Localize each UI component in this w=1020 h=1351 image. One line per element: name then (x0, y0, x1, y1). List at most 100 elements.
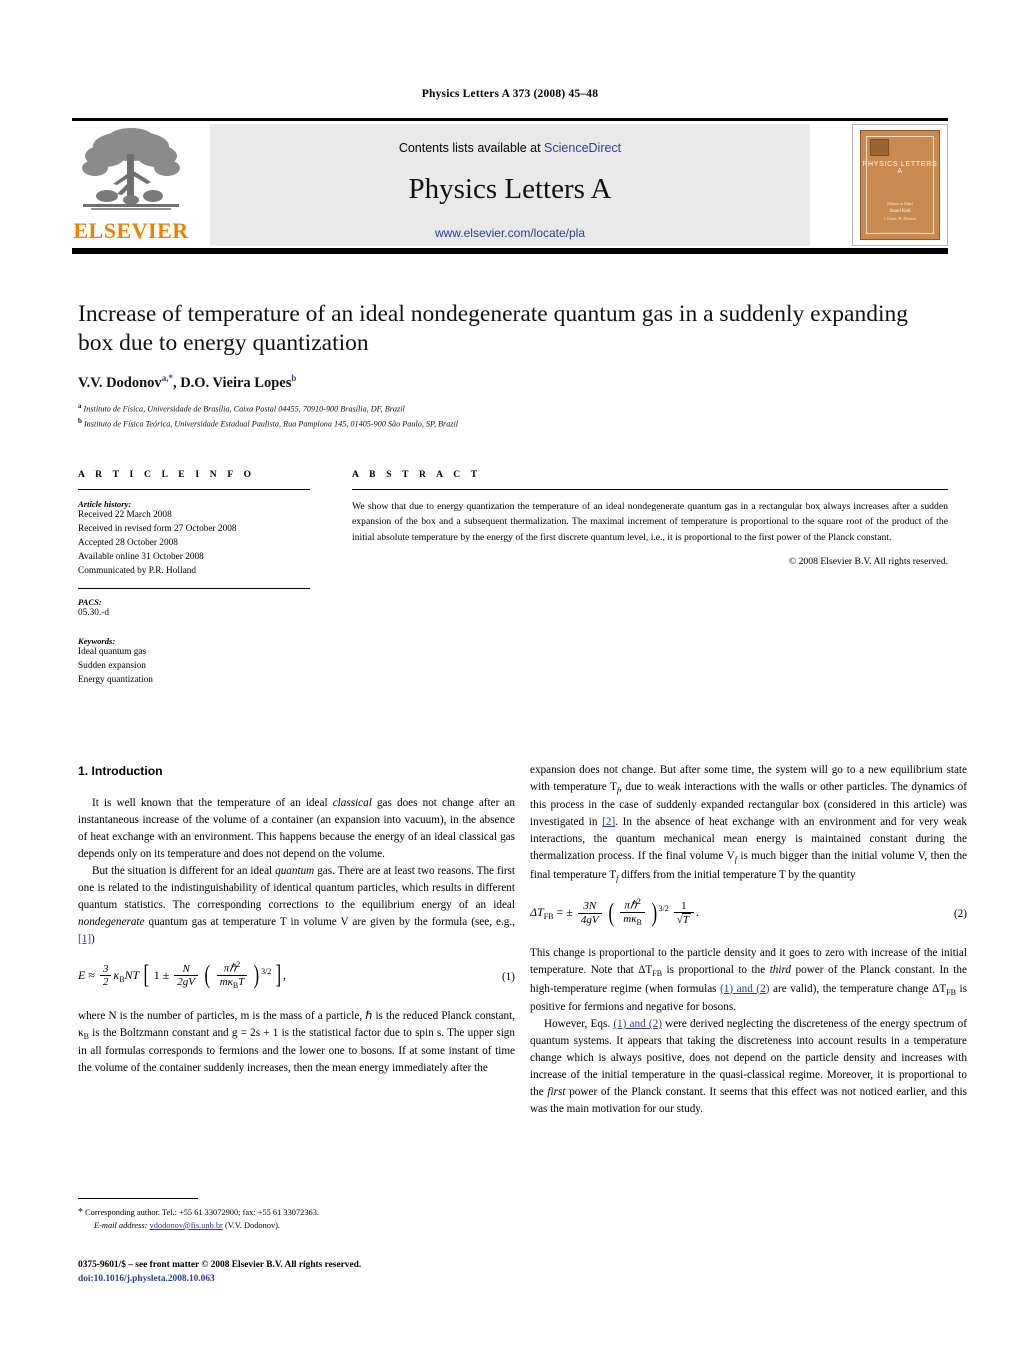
keywords-block: Keywords: Ideal quantum gas Sudden expan… (78, 636, 310, 688)
cover-title: PHYSICS LETTERS A (862, 161, 938, 175)
right-2-d: are valid), the temperature change ΔT (769, 982, 947, 995)
equation-1-number: (1) (501, 970, 515, 983)
masthead-top-rule (72, 118, 948, 121)
section-heading-introduction: 1. Introduction (78, 764, 163, 778)
pacs-block: PACS: 05.30.-d (78, 587, 310, 621)
author-list: V.V. Dodonova,*, D.O. Vieira Lopesb (78, 373, 948, 392)
affiliation-a-mark: a (78, 401, 82, 410)
cover-editors-names: Stand Keil (889, 208, 911, 214)
elsevier-logo: ELSEVIER (72, 124, 190, 246)
intro-2-italic-2: nondegenerate (78, 915, 145, 928)
footnote-email-link[interactable]: vdodonov@fis.unb.br (150, 1221, 223, 1230)
abstract-heading: A B S T R A C T (352, 470, 482, 480)
body-column-right: expansion does not change. But after som… (530, 762, 967, 1118)
right-3-a: However, Eqs. (544, 1018, 614, 1031)
footnote-email-line: E-mail address: vdodonov@fis.unb.br (V.V… (78, 1220, 515, 1233)
equation-2: ΔTFB = ± 3N 4gV ( πℏ2 mκB ) 3/2 1 √T. (2) (530, 897, 967, 932)
pacs-label: PACS: (78, 596, 102, 607)
intro-1-italic: classical (332, 796, 372, 809)
paragraph-right-3: However, Eqs. (1) and (2) were derived n… (530, 1016, 967, 1118)
equation-1-expression: E ≈ 3 2 κBNT [ 1 ± N 2gV ( πℏ2 mκBT ) 3/2 ], (78, 959, 286, 990)
affiliation-b-text: Instituto de Física Teórica, Universidad… (83, 419, 459, 429)
journal-cover-thumbnail: PHYSICS LETTERS A Editors in Chief Stand… (852, 124, 948, 246)
author-2-marks[interactable]: b (291, 373, 296, 383)
footnote-corresponding-text: Corresponding author. Tel.: +55 61 33072… (85, 1208, 319, 1217)
footnote-star-marker: * (78, 1207, 83, 1218)
sciencedirect-link[interactable]: ScienceDirect (544, 141, 621, 155)
author-2: , D.O. Vieira Lopes (172, 374, 292, 391)
equation-1: E ≈ 3 2 κBNT [ 1 ± N 2gV ( πℏ2 mκBT ) 3/2 ], … (78, 959, 515, 995)
journal-url-link[interactable]: www.elsevier.com/locate/pla (210, 226, 810, 240)
paragraph-intro-3: where N is the number of particles, m is… (78, 1009, 515, 1075)
pacs-value: 05.30.-d (78, 607, 109, 618)
right-3-italic: first (547, 1086, 566, 1099)
intro-2-a: But the situation is different for an id… (92, 864, 276, 877)
masthead-bottom-rule (72, 248, 948, 254)
history-communicated: Communicated by P.R. Holland (78, 565, 197, 576)
contents-prefix: Contents lists available at (398, 141, 545, 155)
equation-2-number: (2) (953, 908, 967, 921)
paper-page: Physics Letters A 373 (2008) 45–48 ELSEV… (0, 0, 1020, 1351)
equation-2-expression: ΔTFB = ± 3N 4gV ( πℏ2 mκB ) 3/2 1 √T. (530, 897, 699, 928)
intro-2-c: quantum gas at temperature T in volume V… (144, 915, 515, 928)
author-1-marks[interactable]: a,* (162, 373, 173, 383)
paragraph-right-2: This change is proportional to the parti… (530, 947, 967, 1014)
equation-cross-ref-2[interactable]: (1) and (2) (613, 1018, 662, 1030)
doi-link[interactable]: doi:10.1016/j.physleta.2008.10.063 (78, 1272, 515, 1286)
article-history-label: Article history: (78, 499, 132, 509)
right-3-c: power of the Planck constant. It seems t… (530, 1086, 968, 1116)
history-online: Available online 31 October 2008 (78, 551, 204, 562)
article-history: Article history: Received 22 March 2008 … (78, 489, 310, 579)
issn-block: 0375-9601/$ – see front matter © 2008 El… (78, 1258, 515, 1286)
issn-front-matter: 0375-9601/$ – see front matter © 2008 El… (78, 1260, 362, 1270)
author-1: V.V. Dodonov (78, 374, 162, 391)
affiliation-a-text: Instituto de Física, Universidade de Bra… (83, 404, 405, 414)
title-block: Increase of temperature of an ideal nond… (78, 300, 948, 431)
history-received: Received 22 March 2008 (78, 510, 172, 520)
affiliations: a Instituto de Física, Universidade de B… (78, 401, 948, 432)
right-1-e: differs from the initial temperature T b… (618, 868, 856, 881)
affiliation-b-mark: b (78, 417, 82, 426)
cover-art: PHYSICS LETTERS A Editors in Chief Stand… (860, 130, 940, 240)
affiliation-b: b Instituto de Física Teórica, Universid… (78, 416, 948, 431)
intro-2-italic-1: quantum (275, 864, 315, 877)
cover-editors-label: Editors in Chief (887, 200, 913, 206)
keyword-1: Ideal quantum gas (78, 646, 147, 657)
journal-title: Physics Letters A (408, 173, 612, 205)
footnote-email-label: E-mail address: (94, 1221, 148, 1230)
article-info-heading: A R T I C L E I N F O (78, 470, 256, 480)
footnote-rule (78, 1198, 198, 1199)
body-column-left: 1. Introduction It is well known that th… (78, 762, 515, 1077)
history-revised: Received in revised form 27 October 2008 (78, 523, 237, 534)
cover-stamp-icon (870, 139, 889, 156)
keyword-3: Energy quantization (78, 674, 153, 685)
citation-1[interactable]: [1] (78, 933, 91, 945)
page-title: Increase of temperature of an ideal nond… (78, 301, 909, 357)
elsevier-wordmark: ELSEVIER (73, 218, 189, 243)
cover-editors: Editors in Chief Stand Keil J. Eisert, H… (861, 201, 939, 223)
affiliation-a: a Instituto de Física, Universidade de B… (78, 401, 948, 416)
footnote-block: * Corresponding author. Tel.: +55 61 330… (78, 1198, 515, 1233)
cover-editors-sub: J. Eisert, H. Kleinert (883, 216, 917, 222)
paragraph-intro-1: It is well known that the temperature of… (78, 795, 515, 863)
history-accepted: Accepted 28 October 2008 (78, 537, 178, 548)
abstract-body: We show that due to energy quantization … (352, 489, 948, 567)
paragraph-intro-2: But the situation is different for an id… (78, 863, 515, 948)
abstract-block: A B S T R A C T We show that due to ener… (352, 470, 948, 567)
contents-line: Contents lists available at ScienceDirec… (210, 141, 810, 155)
equation-cross-ref-1[interactable]: (1) and (2) (720, 983, 769, 995)
right-2-b: is proportional to the (662, 964, 770, 977)
paragraph-right-1: expansion does not change. But after som… (530, 764, 967, 884)
sciencedirect-banner: Contents lists available at ScienceDirec… (210, 124, 810, 246)
elsevier-tree-icon (82, 128, 180, 210)
keywords-label: Keywords: (78, 635, 116, 646)
footnote-email-who: (V.V. Dodonov). (224, 1221, 281, 1230)
citation-2[interactable]: [2] (602, 816, 615, 828)
abstract-copyright: © 2008 Elsevier B.V. All rights reserved… (788, 555, 948, 567)
article-info-block: A R T I C L E I N F O Article history: R… (78, 470, 310, 687)
running-head: Physics Letters A 373 (2008) 45–48 (421, 88, 599, 100)
intro-1-a: It is well known that the temperature of… (92, 796, 333, 809)
keyword-2: Sudden expansion (78, 660, 146, 671)
footnote-corresponding-author: * Corresponding author. Tel.: +55 61 330… (78, 1205, 515, 1220)
